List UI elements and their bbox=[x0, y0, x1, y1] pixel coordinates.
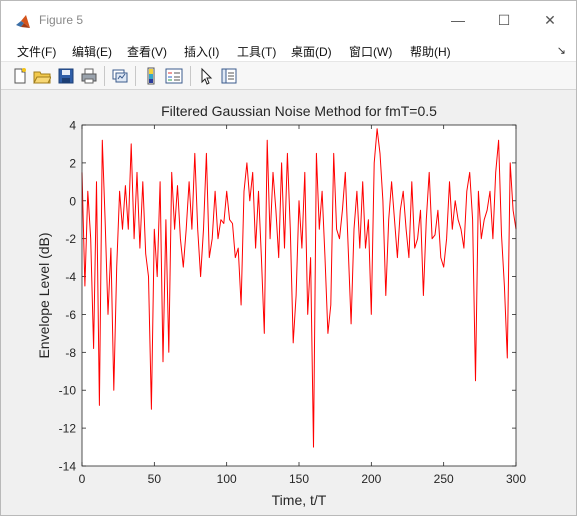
new-figure-icon[interactable] bbox=[11, 67, 29, 85]
title-bar[interactable]: Figure 5 — ☐ ✕ bbox=[1, 1, 576, 39]
y-axis-label: Envelope Level (dB) bbox=[36, 232, 52, 358]
x-axis-label: Time, t/T bbox=[272, 492, 327, 508]
menu-file[interactable]: 文件(F) bbox=[17, 43, 56, 60]
menu-tools[interactable]: 工具(T) bbox=[237, 43, 276, 60]
x-tick-label: 200 bbox=[361, 472, 381, 486]
y-tick-label: 4 bbox=[69, 119, 76, 133]
maximize-icon: ☐ bbox=[497, 11, 511, 28]
print-icon[interactable] bbox=[80, 67, 98, 85]
menu-desktop[interactable]: 桌面(D) bbox=[291, 43, 332, 60]
menu-insert[interactable]: 插入(I) bbox=[184, 43, 219, 60]
save-icon[interactable] bbox=[57, 67, 75, 85]
y-tick-label: -6 bbox=[65, 308, 76, 322]
toolbar bbox=[1, 62, 576, 90]
menu-window[interactable]: 窗口(W) bbox=[349, 43, 392, 60]
y-tick-label: 2 bbox=[69, 156, 76, 170]
minimize-button[interactable]: — bbox=[435, 1, 481, 39]
x-tick-label: 0 bbox=[79, 472, 86, 486]
open-file-icon[interactable] bbox=[33, 67, 51, 85]
y-tick-label: -12 bbox=[59, 422, 77, 436]
colorbar-icon[interactable] bbox=[142, 67, 160, 85]
close-icon: ✕ bbox=[544, 11, 556, 28]
x-tick-label: 250 bbox=[434, 472, 454, 486]
menu-help[interactable]: 帮助(H) bbox=[410, 43, 451, 60]
toolbar-separator bbox=[190, 66, 191, 86]
close-button[interactable]: ✕ bbox=[527, 1, 573, 39]
menu-overflow-icon[interactable]: ↘ bbox=[557, 44, 566, 57]
window-title: Figure 5 bbox=[39, 13, 84, 27]
property-inspector-icon[interactable] bbox=[220, 67, 238, 85]
chart-title: Filtered Gaussian Noise Method for fmT=0… bbox=[161, 103, 437, 119]
toolbar-separator bbox=[104, 66, 105, 86]
maximize-button[interactable]: ☐ bbox=[481, 1, 527, 39]
matlab-logo-icon bbox=[16, 15, 30, 28]
pointer-icon[interactable] bbox=[197, 67, 215, 85]
y-tick-label: -14 bbox=[59, 460, 77, 474]
x-tick-label: 150 bbox=[289, 472, 309, 486]
y-tick-label: -8 bbox=[65, 346, 76, 360]
y-tick-label: -10 bbox=[59, 384, 77, 398]
y-tick-label: -2 bbox=[65, 232, 76, 246]
axes-background[interactable] bbox=[82, 125, 516, 466]
x-tick-label: 100 bbox=[217, 472, 237, 486]
figure-window: Figure 5 — ☐ ✕ 文件(F) 编辑(E) 查看(V) 插入(I) 工… bbox=[0, 0, 577, 516]
menu-edit[interactable]: 编辑(E) bbox=[72, 43, 112, 60]
x-tick-label: 50 bbox=[148, 472, 162, 486]
link-plot-icon[interactable] bbox=[111, 67, 129, 85]
legend-icon[interactable] bbox=[165, 67, 183, 85]
x-tick-label: 300 bbox=[506, 472, 526, 486]
plot-svg: 420-2-4-6-8-10-12-14 0 50 100 150 200 250 300 … bbox=[36, 103, 526, 508]
y-tick-label: 0 bbox=[69, 194, 76, 208]
y-tick-label: -4 bbox=[65, 270, 76, 284]
toolbar-separator bbox=[135, 66, 136, 86]
minimize-icon: — bbox=[451, 12, 465, 28]
menu-view[interactable]: 查看(V) bbox=[127, 43, 167, 60]
figure-canvas: 4 2 0 -2 -4 -6 -8 -10 -12 -14 0 50 100 150 200 250 300 … bbox=[9, 92, 569, 510]
menu-bar: 文件(F) 编辑(E) 查看(V) 插入(I) 工具(T) 桌面(D) 窗口(W… bbox=[1, 39, 576, 62]
